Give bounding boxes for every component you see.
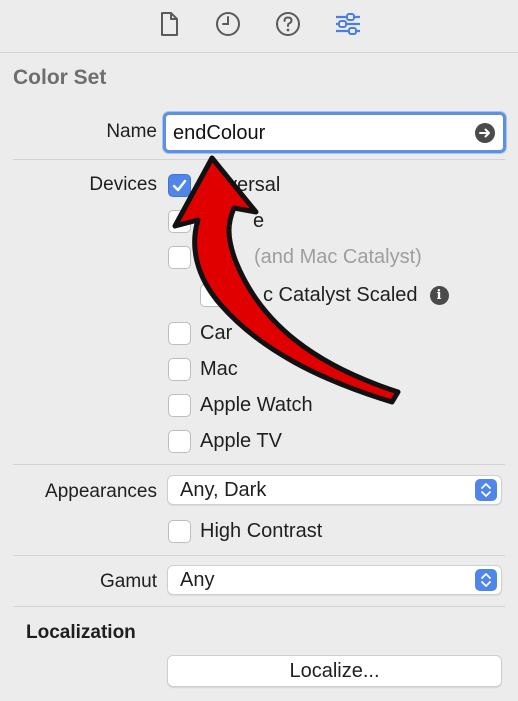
clock-icon[interactable] [213, 9, 243, 39]
gamut-value: Any [180, 569, 215, 591]
appearances-value: Any, Dark [180, 479, 267, 501]
checkbox-mac[interactable] [168, 357, 191, 381]
localize-button[interactable]: Localize... [167, 655, 502, 687]
device-label-mac-catalyst-scaled: c Catalyst Scaled [263, 283, 418, 306]
gamut-label: Gamut [99, 571, 157, 592]
checkbox-ipad[interactable] [168, 245, 191, 269]
help-icon[interactable] [273, 9, 303, 39]
file-icon[interactable] [154, 9, 184, 39]
device-option-car[interactable]: Car [168, 320, 232, 346]
name-field[interactable] [163, 112, 506, 153]
inspector-toolbar [0, 0, 518, 53]
arrow-right-circle-icon[interactable] [475, 123, 495, 143]
device-option-mac-catalyst-scaled[interactable]: c Catalyst Scaled i [200, 282, 449, 308]
chevron-up-down-icon[interactable] [475, 479, 497, 501]
divider [13, 555, 505, 556]
checkbox-mac-catalyst-scaled[interactable] [200, 283, 223, 307]
appearances-popup[interactable]: Any, Dark [167, 475, 502, 505]
checkbox-car[interactable] [168, 321, 191, 345]
section-title: Color Set [13, 66, 107, 89]
checkbox-high-contrast[interactable] [168, 519, 191, 543]
chevron-up-down-icon[interactable] [475, 569, 497, 591]
device-option-mac[interactable]: Mac [168, 356, 238, 382]
sliders-icon[interactable] [333, 9, 363, 39]
localization-title: Localization [26, 622, 136, 643]
info-icon[interactable]: i [429, 285, 449, 305]
checkbox-iphone[interactable] [168, 209, 191, 233]
device-option-apple-watch[interactable]: Apple Watch [168, 392, 313, 418]
appearances-label: Appearances [45, 481, 157, 502]
device-option-apple-tv[interactable]: Apple TV [168, 428, 282, 454]
device-label-ipad: (and Mac Catalyst) [254, 245, 422, 268]
device-option-universal[interactable]: versal [168, 172, 280, 198]
inspector-panel: Color Set Name Devices versal e (and Mac… [0, 0, 518, 701]
high-contrast-option[interactable]: High Contrast [168, 518, 322, 544]
device-label-apple-tv: Apple TV [200, 429, 282, 452]
device-option-ipad[interactable]: (and Mac Catalyst) [168, 244, 422, 270]
checkbox-apple-tv[interactable] [168, 429, 191, 453]
device-label-iphone: e [253, 209, 265, 232]
device-label-universal: versal [227, 173, 281, 196]
checkbox-apple-watch[interactable] [168, 393, 191, 417]
device-label-mac: Mac [200, 357, 238, 380]
devices-label: Devices [89, 174, 157, 195]
high-contrast-label: High Contrast [200, 519, 323, 542]
device-label-car: Car [200, 321, 233, 344]
name-input[interactable] [173, 119, 463, 147]
checkbox-universal[interactable] [168, 173, 191, 197]
gamut-popup[interactable]: Any [167, 565, 502, 595]
name-label: Name [106, 121, 157, 142]
device-label-apple-watch: Apple Watch [200, 393, 313, 416]
annotation-arrow [172, 155, 401, 405]
device-option-iphone[interactable]: e [168, 208, 264, 234]
divider [13, 606, 505, 607]
divider [13, 159, 505, 160]
divider [13, 464, 505, 465]
